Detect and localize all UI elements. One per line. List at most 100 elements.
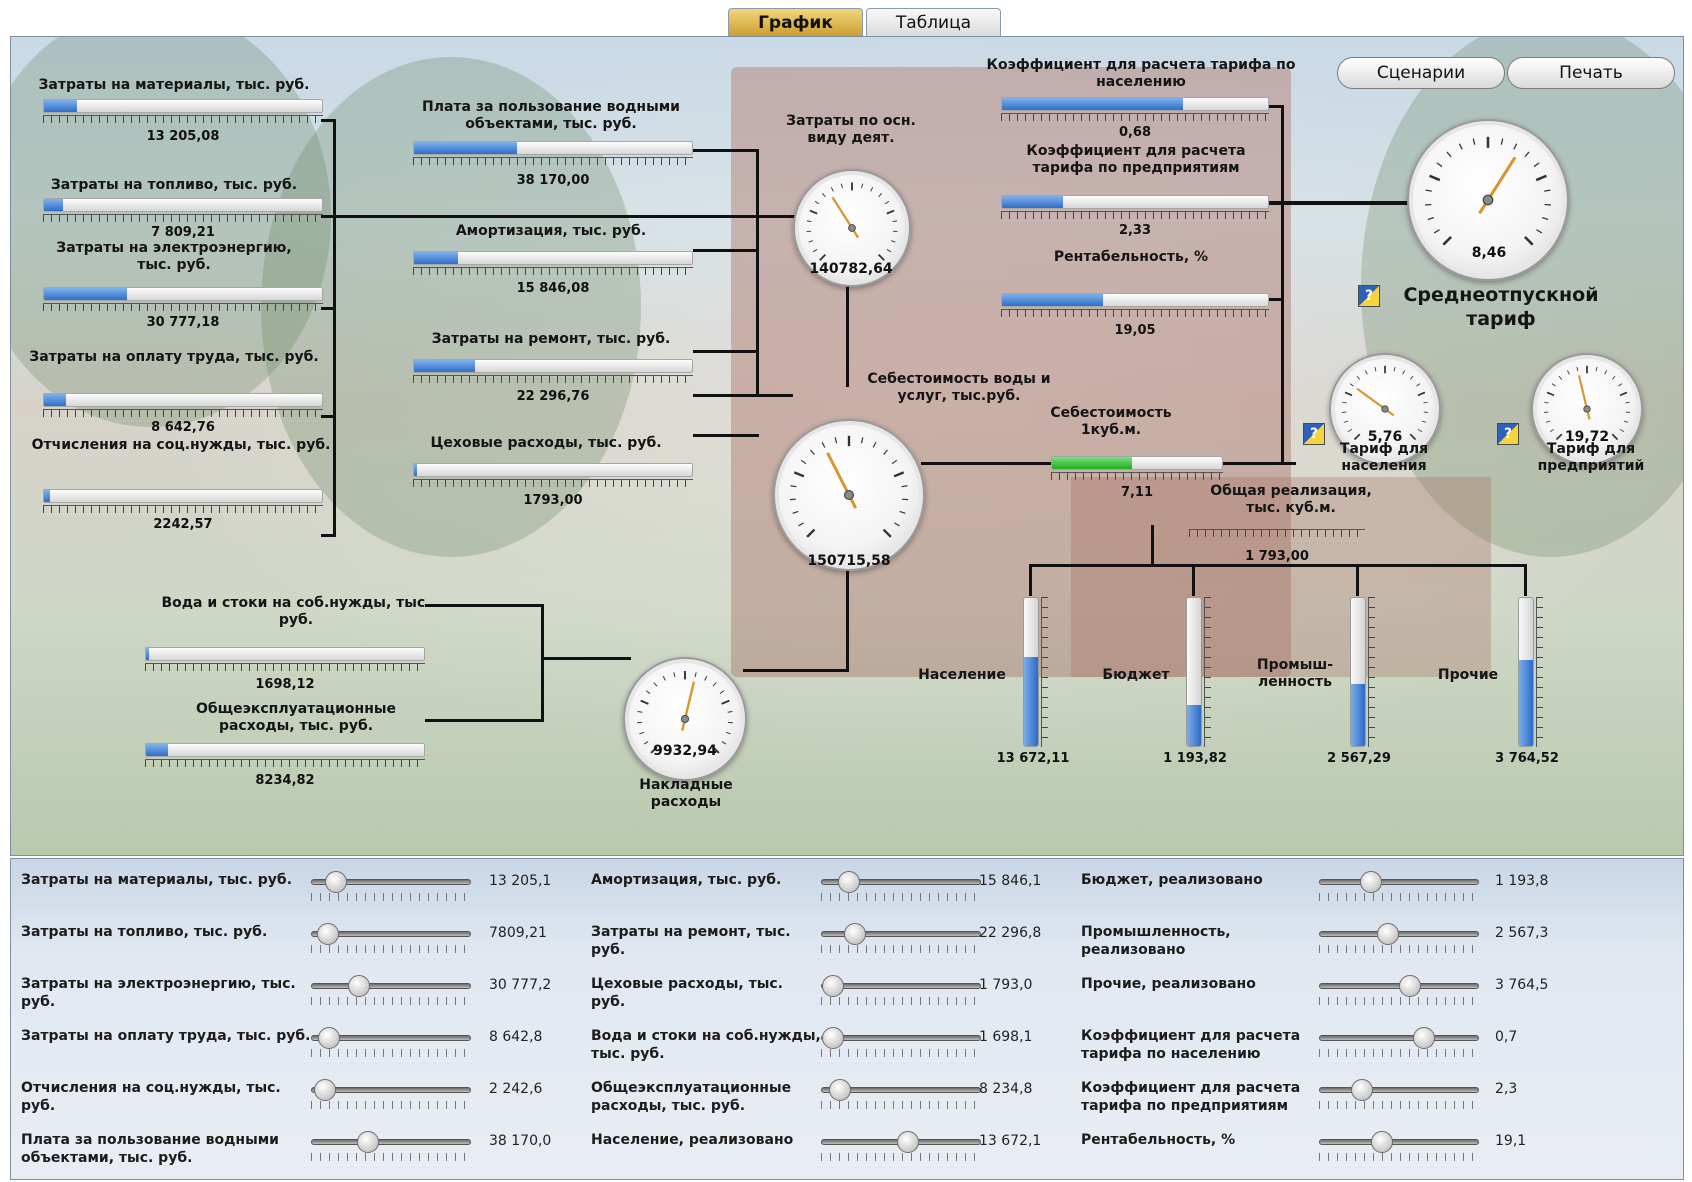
slider-knob[interactable]: [1376, 923, 1399, 945]
water-use-fee-bar[interactable]: [413, 141, 693, 155]
slider-knob[interactable]: [324, 871, 347, 893]
slider-track[interactable]: [1319, 1035, 1479, 1041]
tab-table[interactable]: Таблица: [866, 8, 1001, 38]
help-icon[interactable]: ?: [1303, 423, 1325, 445]
slider-label: Бюджет, реализовано: [1081, 872, 1263, 888]
depreciation-bar[interactable]: [413, 251, 693, 265]
social-costs-bar[interactable]: [43, 489, 323, 503]
scenarios-button[interactable]: Сценарии: [1337, 57, 1505, 89]
slider-knob[interactable]: [313, 1079, 336, 1101]
connector-line: [921, 462, 1051, 465]
connector-line: [743, 669, 849, 672]
connector-line: [333, 215, 799, 218]
ruler: [145, 759, 425, 767]
slider-value: 38 170,0: [489, 1133, 552, 1149]
labor-costs-bar[interactable]: [43, 393, 323, 407]
slider-knob[interactable]: [829, 1079, 852, 1101]
coef-population-bar[interactable]: [1001, 97, 1269, 111]
slider-ticks: [311, 997, 471, 1005]
slider-track[interactable]: [821, 983, 981, 989]
repair-costs-bar[interactable]: [413, 359, 693, 373]
electricity-costs-bar[interactable]: [43, 287, 323, 301]
print-button[interactable]: Печать: [1507, 57, 1675, 89]
depreciation-label: Амортизация, тыс. руб.: [455, 223, 647, 239]
slider-knob[interactable]: [1399, 975, 1422, 997]
slider-knob[interactable]: [1350, 1079, 1373, 1101]
connector-line: [1029, 564, 1032, 596]
help-icon[interactable]: ?: [1497, 423, 1519, 445]
slider-knob[interactable]: [1360, 871, 1383, 893]
slider-value: 13 205,1: [489, 873, 552, 889]
tariff-population-label: Тариф для населения: [1339, 441, 1429, 474]
labor-costs-value: 8 642,76: [151, 420, 215, 435]
profitability-bar[interactable]: [1001, 293, 1269, 307]
slider-value: 2 242,6: [489, 1081, 543, 1097]
consumer-budget-label: Бюджет: [1102, 667, 1170, 683]
slider-value: 0,7: [1495, 1029, 1518, 1045]
general-operating-bar[interactable]: [145, 743, 425, 757]
fuel-costs-bar[interactable]: [43, 198, 323, 212]
slider-knob[interactable]: [316, 923, 339, 945]
own-needs-water-label: Вода и стоки на соб.нужды, тыс. руб.: [161, 595, 431, 628]
connector-line: [333, 119, 336, 537]
slider-knob[interactable]: [317, 1027, 340, 1049]
coef-population-label: Коэффициент для расчета тарифа по населе…: [986, 57, 1296, 90]
dial-needle: [1577, 375, 1591, 420]
slider-ticks: [821, 945, 981, 953]
ruler: [413, 479, 693, 487]
slider-label: Отчисления на соц.нужды, тыс. руб.: [21, 1080, 281, 1114]
avg-tariff-label: Среднеотпускной тариф: [1403, 284, 1599, 330]
slider-track[interactable]: [1319, 1087, 1479, 1093]
coef-enterprise-bar[interactable]: [1001, 195, 1269, 209]
slider-knob[interactable]: [1371, 1131, 1394, 1153]
slider-track[interactable]: [1319, 1139, 1479, 1145]
ruler: [1001, 309, 1269, 317]
slider-ticks: [821, 997, 981, 1005]
ruler: [43, 303, 323, 311]
slider-knob[interactable]: [822, 1027, 845, 1049]
slider-knob[interactable]: [837, 871, 860, 893]
slider-track[interactable]: [821, 1035, 981, 1041]
slider-knob[interactable]: [1412, 1027, 1435, 1049]
ruler: [413, 157, 693, 165]
slider-label: Население, реализовано: [591, 1132, 794, 1148]
connector-line: [846, 277, 849, 387]
connector-line: [693, 434, 759, 437]
slider-knob[interactable]: [896, 1131, 919, 1153]
coef-enterprise-label: Коэффициент для расчета тарифа по предпр…: [1026, 143, 1246, 176]
ruler: [1368, 597, 1375, 747]
general-operating-value: 8234,82: [255, 773, 315, 788]
slider-knob[interactable]: [822, 975, 845, 997]
slider-ticks: [1319, 1049, 1479, 1057]
slider-value: 2,3: [1495, 1081, 1518, 1097]
connector-line: [541, 604, 544, 722]
tab-graph[interactable]: График: [728, 8, 863, 38]
material-costs-label: Затраты на материалы, тыс. руб.: [38, 77, 310, 93]
ruler: [1204, 597, 1211, 747]
ruler: [43, 409, 323, 417]
own-needs-water-bar[interactable]: [145, 647, 425, 661]
slider-track[interactable]: [1319, 879, 1479, 885]
slider-knob[interactable]: [844, 923, 867, 945]
slider-track[interactable]: [311, 1139, 471, 1145]
ruler: [1536, 597, 1543, 747]
slider-track[interactable]: [1319, 931, 1479, 937]
slider-value: 19,1: [1495, 1133, 1527, 1149]
repair-costs-label: Затраты на ремонт, тыс. руб.: [431, 331, 671, 347]
slider-knob[interactable]: [348, 975, 371, 997]
connector-line: [756, 149, 759, 394]
ruler: [413, 375, 693, 383]
consumer-other-label: Прочие: [1437, 667, 1499, 683]
slider-label: Затраты на материалы, тыс. руб.: [21, 872, 293, 888]
slider-label: Плата за пользование водными объектами, …: [21, 1132, 279, 1166]
material-costs-bar[interactable]: [43, 99, 323, 113]
consumer-industry-gauge: [1350, 597, 1366, 747]
slider-ticks: [1319, 1153, 1479, 1161]
help-icon[interactable]: ?: [1358, 285, 1380, 307]
slider-knob[interactable]: [356, 1131, 379, 1153]
slider-ticks: [311, 1153, 471, 1161]
slider-value: 1 193,8: [1495, 873, 1549, 889]
dial-needle: [681, 681, 696, 731]
slider-track[interactable]: [311, 983, 471, 989]
workshop-costs-bar[interactable]: [413, 463, 693, 477]
